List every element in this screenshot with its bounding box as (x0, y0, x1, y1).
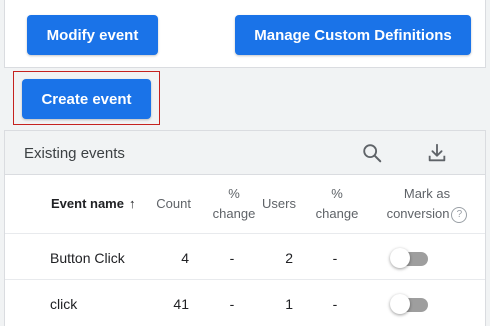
users-cell: 2 (285, 250, 293, 266)
column-count-change-line2: change (212, 206, 256, 221)
table-row: click 41 - 1 - (5, 279, 485, 326)
count-change-cell: - (229, 250, 235, 266)
count-cell: 4 (181, 250, 189, 266)
search-icon[interactable] (359, 140, 385, 166)
table-row: Button Click 4 - 2 - (5, 233, 485, 281)
conversion-toggle[interactable] (390, 247, 430, 269)
actions-card: Modify event Manage Custom Definitions (4, 0, 486, 68)
sort-ascending-icon: ↑ (128, 196, 136, 211)
toggle-thumb (390, 294, 410, 314)
column-users[interactable]: Users (256, 194, 296, 214)
events-page: Modify event Manage Custom Definitions C… (0, 0, 490, 326)
column-mark-conversion: Mark as conversion? (377, 184, 477, 224)
manage-custom-definitions-button[interactable]: Manage Custom Definitions (235, 15, 471, 55)
table-title: Existing events (24, 145, 125, 162)
column-event-name[interactable]: Event name ↑ (51, 194, 135, 214)
event-name-cell[interactable]: click (50, 294, 77, 314)
download-icon[interactable] (424, 140, 450, 166)
column-count-change-line1: % (228, 186, 240, 201)
column-event-name-label: Event name (51, 196, 124, 211)
column-users-change[interactable]: % change (312, 184, 362, 224)
users-cell: 1 (285, 296, 293, 312)
column-users-change-line2: change (315, 206, 359, 221)
create-event-button[interactable]: Create event (22, 79, 151, 119)
help-icon[interactable]: ? (451, 206, 468, 223)
users-change-cell: - (332, 250, 338, 266)
table-toolbar: Existing events (5, 131, 485, 175)
column-mark-conversion-line1: Mark as (403, 186, 451, 201)
column-users-change-line1: % (331, 186, 343, 201)
count-cell: 41 (173, 296, 189, 312)
users-change-cell: - (332, 296, 338, 312)
column-mark-conversion-line2: conversion (386, 206, 450, 221)
event-name-cell[interactable]: Button Click (50, 248, 125, 268)
modify-event-button[interactable]: Modify event (27, 15, 158, 55)
toggle-thumb (390, 248, 410, 268)
column-count-change[interactable]: % change (209, 184, 259, 224)
column-count[interactable]: Count (153, 194, 191, 214)
count-change-cell: - (229, 296, 235, 312)
conversion-toggle[interactable] (390, 293, 430, 315)
column-mark-conversion-line2-wrap: conversion? (377, 204, 477, 224)
existing-events-table: Existing events Event name ↑ Count % cha… (4, 130, 486, 326)
